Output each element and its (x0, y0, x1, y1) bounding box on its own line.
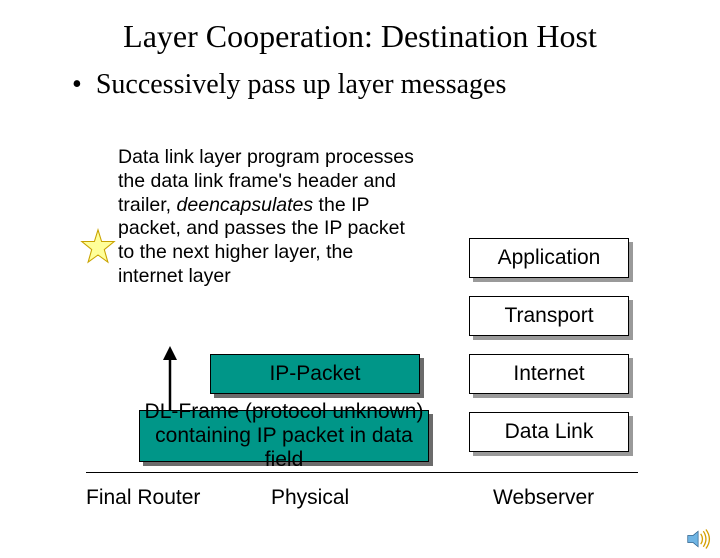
desc-em: deencapsulates (177, 194, 314, 216)
description-block: Data link layer program processes the da… (118, 146, 418, 289)
label-physical: Physical (271, 486, 349, 510)
bullet-text: Successively pass up layer messages (96, 69, 507, 101)
bullet-dot: • (72, 69, 82, 101)
label-final-router: Final Router (86, 486, 200, 510)
layer-transport: Transport (469, 296, 629, 336)
speaker-icon (686, 528, 712, 550)
star-icon (80, 228, 116, 264)
divider-line (86, 472, 638, 473)
page-title: Layer Cooperation: Destination Host (0, 18, 720, 55)
label-webserver: Webserver (493, 486, 594, 510)
dl-frame-line1: DL-Frame (protocol unknown) (145, 400, 424, 424)
layer-application: Application (469, 238, 629, 278)
box-ip-packet: IP-Packet (210, 354, 420, 394)
arrow-up-icon (159, 346, 181, 417)
box-dl-frame: DL-Frame (protocol unknown) containing I… (139, 410, 429, 462)
bullet-row: • Successively pass up layer messages (72, 69, 720, 101)
dl-frame-line2: containing IP packet in data field (140, 424, 428, 472)
layer-internet: Internet (469, 354, 629, 394)
layer-datalink: Data Link (469, 412, 629, 452)
